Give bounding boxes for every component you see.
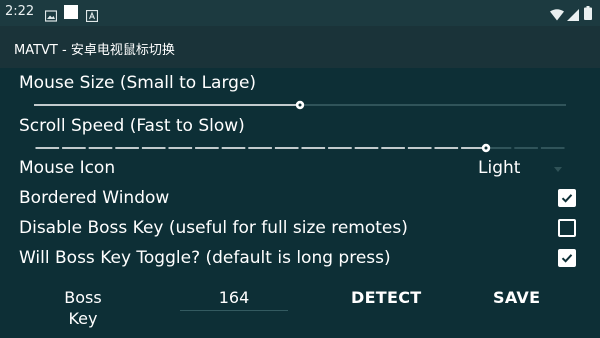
checkmark-icon (561, 254, 573, 263)
boss-key-toggle-label: Will Boss Key Toggle? (default is long p… (19, 248, 391, 268)
bordered-window-checkbox[interactable] (558, 189, 576, 207)
status-time: 2:22 (5, 4, 35, 19)
boss-key-toggle-checkbox[interactable] (558, 249, 576, 267)
disable-boss-key-label: Disable Boss Key (useful for full size r… (19, 218, 408, 238)
a-box-icon (85, 7, 99, 23)
mouse-icon-value: Light (478, 158, 521, 178)
image-icon (44, 7, 58, 22)
checkmark-icon (561, 194, 573, 203)
app-title: MATVT - 安卓电视鼠标切换 (14, 43, 175, 58)
status-bar: 2:22 (0, 0, 600, 26)
signal-icon (567, 6, 579, 21)
app-bar: MATVT - 安卓电视鼠标切换 (0, 26, 600, 68)
bordered-window-label: Bordered Window (19, 188, 170, 208)
scroll-speed-slider[interactable] (34, 139, 566, 153)
disable-boss-key-checkbox[interactable] (558, 219, 576, 237)
mouse-icon-dropdown[interactable]: Light (478, 158, 568, 180)
boss-key-input[interactable]: 164 (180, 288, 288, 311)
wifi-icon (550, 6, 564, 21)
detect-button[interactable]: DETECT (351, 288, 422, 307)
settings-panel: Mouse Size (Small to Large) Scroll Speed… (0, 68, 600, 338)
save-button[interactable]: SAVE (493, 288, 540, 307)
white-square-icon (64, 5, 78, 19)
battery-icon (584, 5, 592, 20)
mouse-icon-label: Mouse Icon (19, 158, 116, 178)
boss-key-label: Boss Key (64, 288, 102, 328)
boss-key-value: 164 (218, 288, 250, 307)
mouse-size-label: Mouse Size (Small to Large) (19, 73, 257, 93)
scroll-speed-label: Scroll Speed (Fast to Slow) (19, 116, 245, 136)
dropdown-arrow-icon (554, 167, 562, 172)
mouse-size-slider[interactable] (34, 96, 566, 110)
